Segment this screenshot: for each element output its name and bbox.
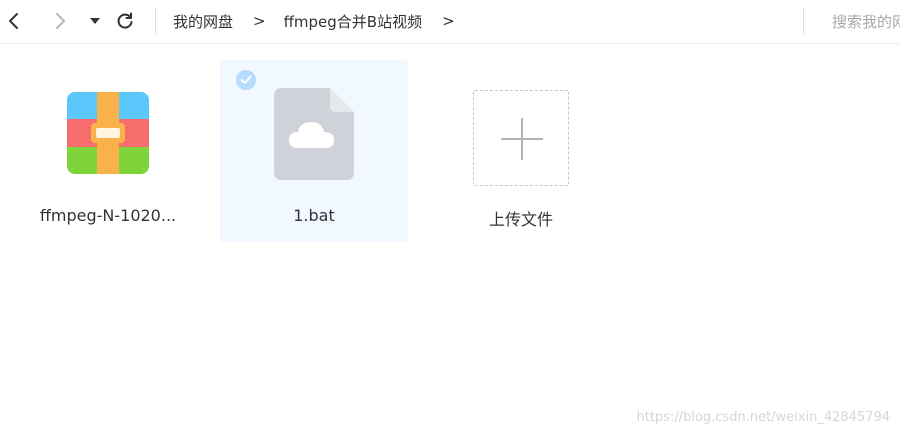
breadcrumb-trailing-separator[interactable]: > [442, 12, 455, 30]
back-button[interactable] [3, 8, 25, 34]
search-input[interactable]: 搜索我的网盘文件 [832, 0, 900, 42]
history-dropdown-button[interactable] [84, 8, 106, 34]
watermark: https://blog.csdn.net/weixin_42845794 [636, 410, 890, 425]
file-tile-archive[interactable]: ffmpeg-N-1020... [14, 60, 202, 242]
chevron-right-icon [56, 13, 65, 29]
file-tile-bat[interactable]: 1.bat [220, 60, 408, 242]
cloud-file-icon [274, 88, 354, 180]
breadcrumb-separator: > [253, 12, 266, 30]
toolbar-divider [155, 8, 156, 34]
file-browser: 我的网盘 > ffmpeg合并B站视频 > 搜索我的网盘文件 ffmpeg-N-… [0, 0, 900, 440]
forward-button[interactable] [49, 8, 71, 34]
refresh-button[interactable] [114, 8, 136, 34]
archive-icon [67, 92, 149, 174]
search-divider [803, 8, 804, 34]
caret-down-icon [90, 18, 100, 24]
refresh-icon [117, 12, 133, 29]
breadcrumb-current-folder[interactable]: ffmpeg合并B站视频 [284, 11, 423, 32]
check-icon [240, 75, 252, 84]
upload-file-tile[interactable]: 上传文件 [427, 60, 615, 242]
chevron-left-icon [9, 13, 18, 29]
selected-check-badge[interactable] [236, 70, 256, 90]
file-name: 1.bat [293, 206, 335, 225]
breadcrumb: 我的网盘 > ffmpeg合并B站视频 > [173, 0, 473, 42]
top-navigation-bar: 我的网盘 > ffmpeg合并B站视频 > 搜索我的网盘文件 [0, 0, 900, 44]
file-name: ffmpeg-N-1020... [39, 206, 177, 225]
breadcrumb-root[interactable]: 我的网盘 [173, 11, 233, 32]
upload-button[interactable] [473, 90, 569, 186]
plus-icon-vertical [521, 118, 523, 160]
upload-label: 上传文件 [488, 210, 553, 229]
